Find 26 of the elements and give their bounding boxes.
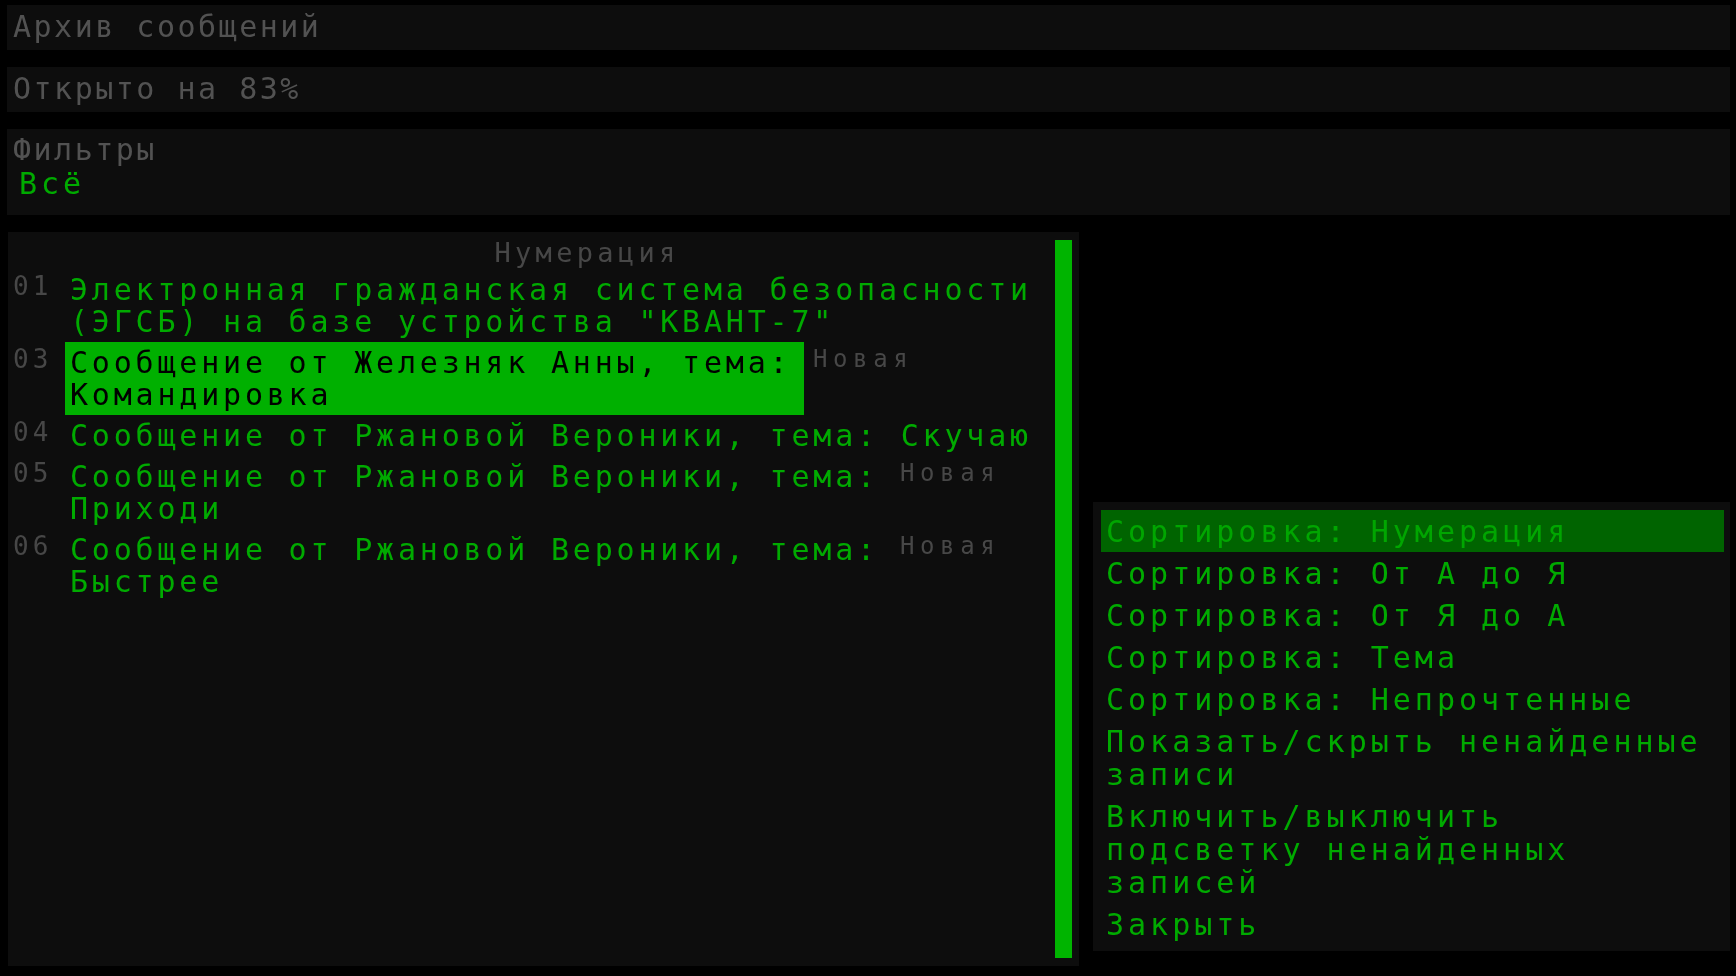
new-label: Новая [900, 458, 1001, 487]
status-text: Открыто на 83% [13, 73, 301, 105]
new-label: Новая [813, 344, 914, 373]
row-number: 03 [13, 345, 53, 373]
scrollbar[interactable] [1055, 240, 1072, 958]
message-item[interactable]: Сообщение от Ржановой Вероники, тема: Скучаю [65, 415, 1037, 456]
menu-item[interactable]: Показать/скрыть ненайденные записи [1101, 720, 1724, 795]
message-item[interactable]: Сообщение от Железняк Анны, тема: Командировка [65, 342, 804, 415]
menu-item[interactable]: Сортировка: От Я до А [1101, 594, 1724, 636]
row-number: 04 [13, 418, 53, 446]
row-number: 05 [13, 459, 53, 487]
filter-value[interactable]: Всё [19, 166, 86, 202]
menu-item[interactable]: Закрыть [1101, 903, 1724, 945]
menu-item[interactable]: Сортировка: Тема [1101, 636, 1724, 678]
filters-label: Фильтры [13, 134, 157, 166]
message-item[interactable]: Сообщение от Ржановой Вероники, тема: Приходи [65, 456, 891, 529]
message-item[interactable]: Сообщение от Ржановой Вероники, тема: Быстрее [65, 529, 891, 602]
column-header: Нумерация [494, 237, 680, 269]
menu-item[interactable]: Сортировка: Непрочтенные [1101, 678, 1724, 720]
row-number: 06 [13, 532, 53, 560]
menu-item[interactable]: Включить/выключить подсветку ненайденных записей [1101, 795, 1724, 903]
new-label: Новая [900, 531, 1001, 560]
row-number: 01 [13, 272, 53, 300]
window-title: Архив сообщений [13, 11, 322, 43]
message-item[interactable]: Электронная гражданская система безопасности (ЭГСБ) на базе устройства "КВАНТ-7" [65, 269, 1044, 342]
menu-item[interactable]: Сортировка: От А до Я [1101, 552, 1724, 594]
